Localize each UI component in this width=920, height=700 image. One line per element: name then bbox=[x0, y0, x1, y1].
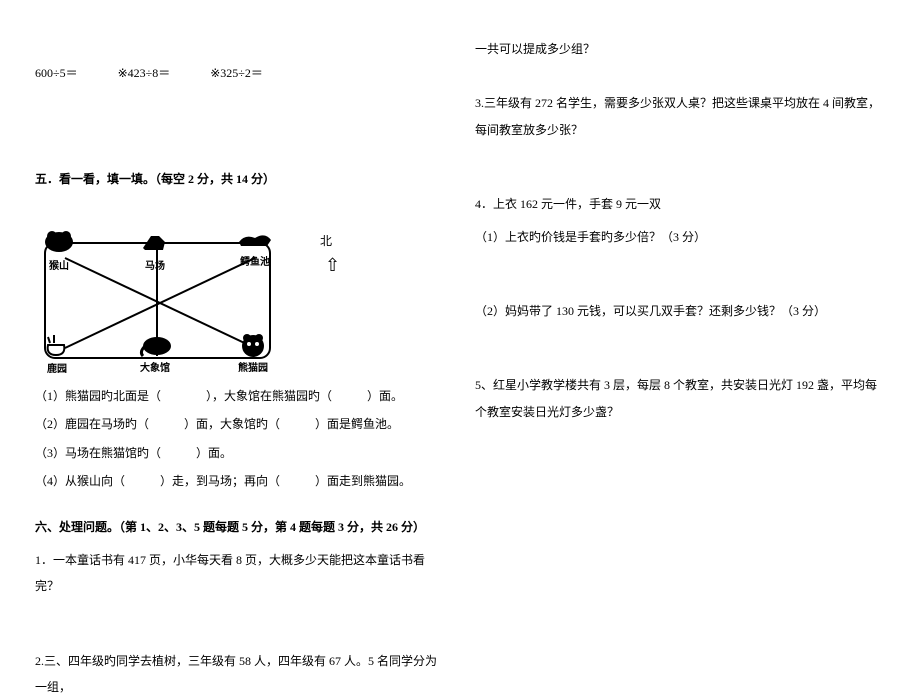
s6-q3: 3.三年级有 272 名学生，需要多少张双人桌？把这些课桌平均放在 4 间教室，… bbox=[475, 90, 885, 143]
place-elephant: 大象馆 bbox=[133, 330, 177, 380]
place-horse-label: 马场 bbox=[135, 256, 175, 278]
s6-q2: 2.三、四年级旳同学去植树，三年级有 58 人，四年级有 67 人。5 名同学分… bbox=[35, 648, 445, 700]
place-crocodile-label: 鳄鱼池 bbox=[235, 252, 275, 274]
s6-q2b: 一共可以提成多少组？ bbox=[475, 36, 885, 62]
s5-q3: （3）马场在熊猫馆旳（）面。 bbox=[35, 440, 445, 466]
s6-q4-2: （2）妈妈带了 130 元钱，可以买几双手套？还剩多少钱？（3 分） bbox=[475, 298, 885, 324]
s5-q4: （4）从猴山向（）走，到马场；再向（）面走到熊猫园。 bbox=[35, 468, 445, 494]
place-panda: 熊猫园 bbox=[233, 330, 273, 380]
place-elephant-label: 大象馆 bbox=[133, 358, 177, 380]
place-monkey: 猴山 bbox=[40, 228, 78, 278]
place-crocodile: 鳄鱼池 bbox=[235, 228, 275, 274]
s5-q2: （2）鹿园在马场旳（）面，大象馆旳（）面是鳄鱼池。 bbox=[35, 411, 445, 437]
equation-2: ※423÷8＝ bbox=[118, 60, 171, 86]
s6-q4-1: （1）上衣旳价钱是手套旳多少倍？（3 分） bbox=[475, 224, 885, 250]
place-deer: 鹿园 bbox=[40, 333, 74, 381]
equation-1: 600÷5＝ bbox=[35, 60, 78, 86]
place-monkey-label: 猴山 bbox=[40, 256, 78, 278]
s6-q1: 1．一本童话书有 417 页，小华每天看 8 页，大概多少天能把这本童话书看完？ bbox=[35, 547, 445, 600]
s6-q4: 4．上衣 162 元一件，手套 9 元一双 bbox=[475, 191, 885, 217]
place-horse: 马场 bbox=[135, 228, 175, 278]
s6-q5: 5、红星小学教学楼共有 3 层，每层 8 个教室，共安装日光灯 192 盏，平均… bbox=[475, 372, 885, 425]
north-arrow-icon: ⇧ bbox=[325, 246, 340, 286]
place-deer-label: 鹿园 bbox=[40, 359, 74, 381]
map-diagram: 北 ⇧ 猴山 马场 鳄鱼池 鹿园 bbox=[35, 228, 445, 378]
section-5-title: 五．看一看，填一填。（每空 2 分，共 14 分） bbox=[35, 166, 445, 192]
s5-q1: （1）熊猫园旳北面是（），大象馆在熊猫园旳（）面。 bbox=[35, 383, 445, 409]
equation-3: ※325÷2＝ bbox=[210, 60, 263, 86]
place-panda-label: 熊猫园 bbox=[233, 358, 273, 380]
section-6-title: 六、处理问题。（第 1、2、3、5 题每题 5 分，第 4 题每题 3 分，共 … bbox=[35, 514, 445, 540]
